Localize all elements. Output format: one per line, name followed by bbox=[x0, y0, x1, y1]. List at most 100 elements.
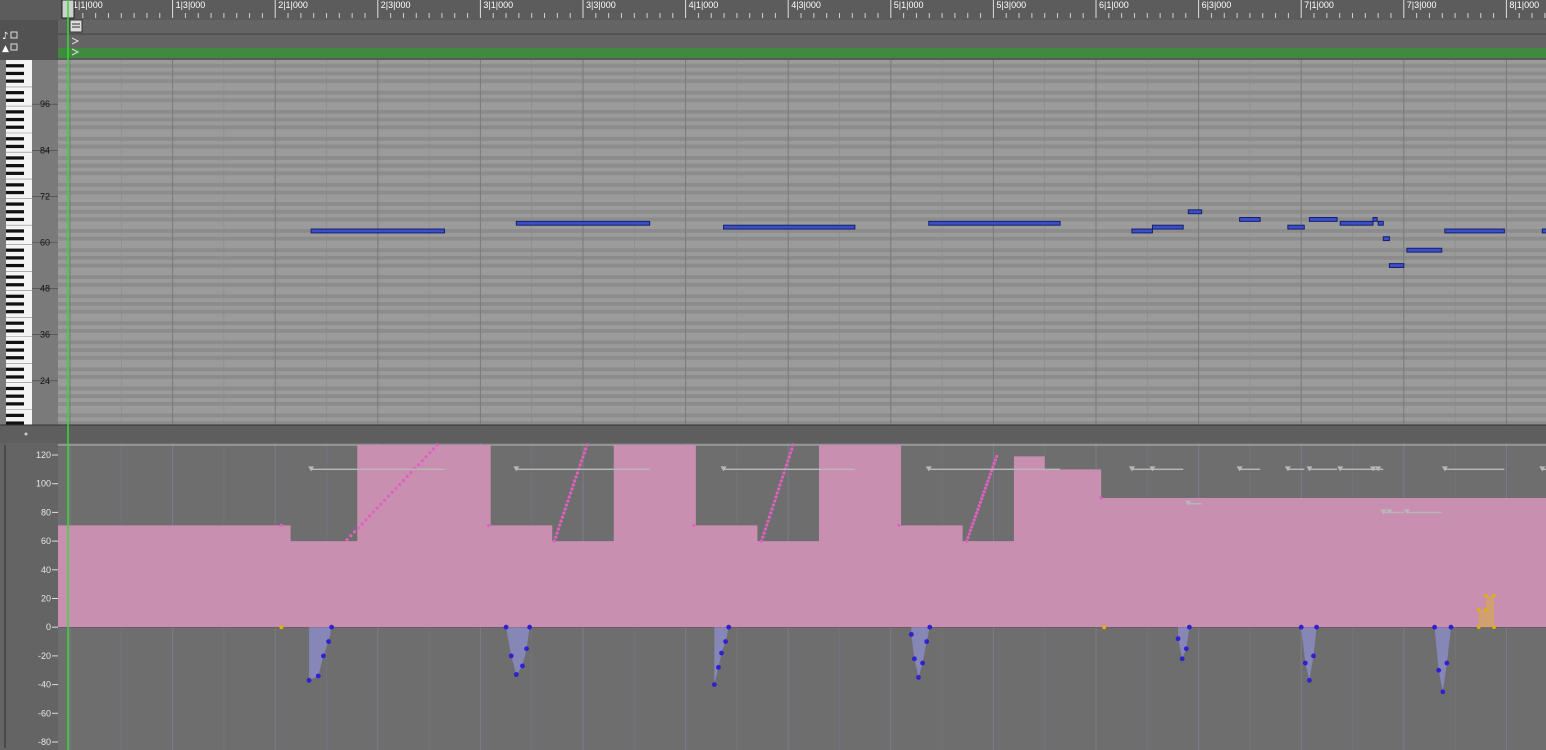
velocity-point[interactable] bbox=[581, 455, 585, 459]
pitch-bend-point[interactable] bbox=[908, 631, 914, 637]
velocity-point[interactable] bbox=[558, 523, 562, 527]
pitch-bend-point[interactable] bbox=[503, 624, 509, 630]
pitch-bend-point[interactable] bbox=[508, 653, 514, 659]
divider-handle-icon[interactable] bbox=[24, 432, 28, 436]
velocity-point[interactable] bbox=[973, 514, 978, 519]
velocity-point[interactable] bbox=[405, 474, 409, 479]
velocity-point[interactable] bbox=[573, 479, 577, 483]
velocity-point[interactable] bbox=[787, 455, 791, 459]
pitch-bend-point[interactable] bbox=[315, 673, 321, 679]
velocity-point[interactable] bbox=[775, 491, 779, 495]
pitch-bend-point[interactable] bbox=[1436, 667, 1442, 673]
midi-note[interactable] bbox=[1151, 224, 1184, 230]
region-bar[interactable] bbox=[58, 48, 1546, 58]
velocity-point[interactable] bbox=[401, 478, 406, 483]
pitch-bend-point[interactable] bbox=[711, 682, 717, 687]
velocity-point[interactable] bbox=[983, 486, 988, 490]
velocity-point[interactable] bbox=[431, 447, 436, 451]
pitch-bend-point[interactable] bbox=[911, 656, 917, 662]
pitch-bend-point[interactable] bbox=[1179, 656, 1185, 662]
velocity-point[interactable] bbox=[575, 471, 580, 475]
pitch-bend-point[interactable] bbox=[520, 663, 525, 669]
velocity-point[interactable] bbox=[971, 521, 975, 526]
velocity-point[interactable] bbox=[980, 497, 984, 501]
midi-note[interactable] bbox=[1444, 228, 1505, 234]
pitch-bend-point[interactable] bbox=[1432, 624, 1437, 630]
velocity-point[interactable] bbox=[487, 523, 491, 527]
midi-note[interactable] bbox=[1131, 228, 1153, 234]
pitch-bend-point[interactable] bbox=[719, 650, 724, 656]
note-icon[interactable]: ♪ bbox=[2, 31, 8, 42]
pitch-bend-point[interactable] bbox=[1311, 653, 1316, 659]
velocity-point[interactable] bbox=[386, 494, 391, 498]
velocity-point[interactable] bbox=[773, 499, 777, 503]
velocity-point[interactable] bbox=[777, 487, 781, 491]
velocity-point[interactable] bbox=[778, 483, 782, 487]
midi-note[interactable] bbox=[1382, 236, 1390, 242]
velocity-point[interactable] bbox=[779, 479, 783, 483]
velocity-point[interactable] bbox=[566, 499, 570, 503]
velocity-point[interactable] bbox=[967, 532, 971, 536]
velocity-point[interactable] bbox=[774, 495, 778, 499]
velocity-point[interactable] bbox=[375, 506, 379, 510]
midi-note[interactable] bbox=[1339, 220, 1374, 226]
velocity-point[interactable] bbox=[784, 463, 789, 467]
velocity-point[interactable] bbox=[762, 531, 766, 535]
velocity-point[interactable] bbox=[409, 470, 413, 475]
pitch-bend-point[interactable] bbox=[321, 653, 326, 659]
velocity-point[interactable] bbox=[571, 483, 575, 487]
midi-note[interactable] bbox=[1372, 217, 1378, 222]
velocity-point[interactable] bbox=[965, 539, 969, 543]
velocity-point[interactable] bbox=[765, 523, 769, 527]
pitch-bend-point[interactable] bbox=[1183, 646, 1189, 652]
velocity-point[interactable] bbox=[970, 525, 974, 529]
velocity-point[interactable] bbox=[398, 482, 402, 487]
velocity-point[interactable] bbox=[556, 527, 560, 531]
velocity-point[interactable] bbox=[782, 471, 786, 475]
velocity-point[interactable] bbox=[1099, 496, 1103, 500]
velocity-point[interactable] bbox=[585, 443, 589, 447]
midi-note[interactable] bbox=[1377, 220, 1384, 226]
velocity-point[interactable] bbox=[279, 523, 283, 527]
pitch-bend-point[interactable] bbox=[1307, 677, 1312, 683]
pitch-bend-point[interactable] bbox=[927, 624, 933, 630]
midi-note[interactable] bbox=[1308, 217, 1338, 222]
pitch-bend-point[interactable] bbox=[1175, 636, 1181, 642]
pitch-bend-point[interactable] bbox=[726, 624, 732, 630]
velocity-point[interactable] bbox=[416, 463, 421, 467]
velocity-point[interactable] bbox=[390, 490, 394, 494]
velocity-point[interactable] bbox=[352, 530, 357, 534]
velocity-point[interactable] bbox=[428, 451, 432, 455]
aftertouch-point[interactable] bbox=[1476, 608, 1481, 612]
velocity-point[interactable] bbox=[972, 518, 976, 522]
velocity-point[interactable] bbox=[791, 443, 795, 447]
velocity-point[interactable] bbox=[988, 472, 993, 476]
velocity-point[interactable] bbox=[692, 523, 696, 527]
velocity-point[interactable] bbox=[567, 495, 571, 499]
velocity-point[interactable] bbox=[769, 511, 773, 515]
midi-note[interactable] bbox=[1239, 217, 1261, 222]
midi-note[interactable] bbox=[723, 224, 856, 230]
velocity-point[interactable] bbox=[975, 511, 979, 515]
pitch-bend-point[interactable] bbox=[920, 660, 926, 666]
pitch-bend-point[interactable] bbox=[329, 624, 335, 630]
velocity-point[interactable] bbox=[981, 493, 985, 497]
velocity-point[interactable] bbox=[788, 451, 793, 455]
velocity-point[interactable] bbox=[379, 502, 383, 506]
velocity-point[interactable] bbox=[356, 526, 360, 530]
velocity-point[interactable] bbox=[574, 475, 578, 479]
velocity-point[interactable] bbox=[992, 461, 996, 466]
pitch-bend-point[interactable] bbox=[924, 639, 930, 644]
velocity-point[interactable] bbox=[582, 451, 586, 455]
pitch-bend-point[interactable] bbox=[1302, 660, 1308, 666]
velocity-point[interactable] bbox=[759, 539, 764, 543]
velocity-point[interactable] bbox=[371, 510, 375, 514]
velocity-point[interactable] bbox=[991, 465, 995, 469]
aftertouch-point[interactable] bbox=[1492, 625, 1496, 629]
aftertouch-point[interactable] bbox=[1484, 593, 1488, 598]
velocity-point[interactable] bbox=[995, 454, 999, 459]
velocity-point[interactable] bbox=[966, 535, 970, 540]
velocity-point[interactable] bbox=[570, 487, 574, 491]
midi-note[interactable] bbox=[515, 220, 651, 226]
velocity-point[interactable] bbox=[982, 490, 986, 494]
